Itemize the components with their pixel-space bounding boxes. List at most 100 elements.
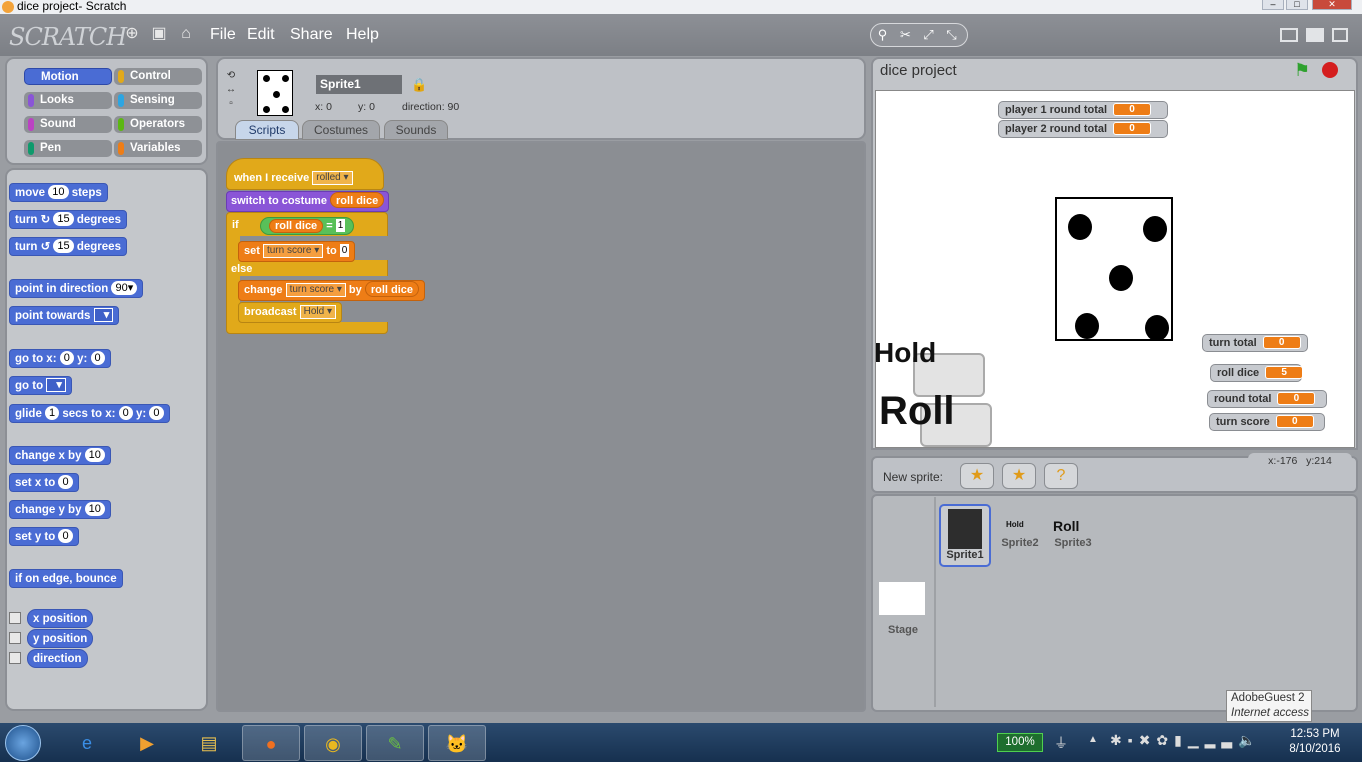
move-steps-block[interactable]: move 10 steps (9, 183, 108, 202)
switch-costume-block[interactable]: switch to costume roll dice (226, 191, 390, 212)
minimize-icon[interactable]: – (1262, 0, 1284, 10)
editor-app-icon[interactable]: ✎ (366, 725, 424, 761)
sprite-name-field[interactable]: Sprite1 (316, 75, 402, 94)
roll-dice-var[interactable]: roll dice (269, 219, 324, 233)
category-control[interactable]: Control (114, 68, 202, 85)
stage-canvas[interactable]: player 1 round total 0 player 2 round tot… (875, 90, 1355, 448)
sprite-tile-sprite2[interactable]: Hold Sprite2 (998, 520, 1042, 549)
start-button[interactable] (5, 725, 41, 761)
menu-share[interactable]: Share (290, 26, 333, 44)
y-position-checkbox[interactable] (9, 632, 21, 644)
green-flag-icon[interactable]: ⚑ (1294, 60, 1310, 81)
category-sensing[interactable]: Sensing (114, 92, 202, 109)
change-variable-dropdown[interactable]: turn score ▾ (285, 283, 346, 297)
category-motion[interactable]: Motion (24, 68, 112, 85)
maximize-icon[interactable]: □ (1286, 0, 1308, 10)
globe-icon[interactable]: ⊕ (123, 25, 141, 43)
delete-tool-icon[interactable]: ✂ (894, 24, 917, 46)
set-y-block[interactable]: set y to 0 (9, 527, 79, 546)
normal-stage-icon[interactable] (1306, 28, 1324, 42)
roll-dice-var-2[interactable]: roll dice (364, 281, 420, 297)
go-to-dropdown[interactable]: ▾ (46, 378, 66, 392)
direction-checkbox[interactable] (9, 652, 21, 664)
scratch-taskbar-icon[interactable]: 🐱 (428, 725, 486, 761)
point-in-direction-block[interactable]: point in direction 90▾ (9, 279, 144, 298)
network-tooltip: AdobeGuest 2 Internet access (1226, 690, 1312, 722)
x-position-reporter[interactable]: x position (27, 609, 94, 628)
change-variable-block[interactable]: change turn score ▾ by roll dice (238, 280, 426, 301)
set-x-block[interactable]: set x to 0 (9, 473, 79, 492)
dice-sprite[interactable] (1055, 197, 1173, 341)
category-operators[interactable]: Operators (114, 116, 202, 133)
small-stage-icon[interactable] (1280, 28, 1298, 42)
broadcast-block[interactable]: broadcast Hold ▾ (238, 302, 343, 323)
choose-sprite-icon[interactable]: ★ (1002, 463, 1036, 489)
category-pen[interactable]: Pen (24, 140, 112, 157)
sprite1-thumbnail (948, 509, 982, 549)
menu-file[interactable]: File (210, 26, 236, 44)
project-title: dice project (880, 62, 957, 79)
set-variable-dropdown[interactable]: turn score ▾ (262, 244, 324, 258)
menu-help[interactable]: Help (346, 26, 379, 44)
y-position-reporter[interactable]: y position (27, 629, 94, 648)
tab-sounds[interactable]: Sounds (384, 120, 448, 140)
rotate-style-icon[interactable]: ⟲ (224, 69, 238, 83)
paint-sprite-icon[interactable]: ★ (960, 463, 994, 489)
set-variable-block[interactable]: set turn score ▾ to 0 (238, 241, 356, 262)
firefox-icon[interactable]: ● (242, 725, 300, 761)
tray-icons[interactable]: ✱▪✖✿▮▁▂▃🔈 (1110, 732, 1262, 749)
sprite-tile-sprite3[interactable]: Roll Sprite3 (1050, 518, 1096, 549)
shrink-tool-icon[interactable]: ⤡ (940, 24, 963, 46)
equals-operator[interactable]: roll dice = 1 (260, 217, 355, 235)
when-i-receive-hat[interactable]: when I receive rolled ▾ (226, 158, 384, 190)
roll-dice-reporter[interactable]: roll dice (330, 192, 385, 208)
hold-sprite-text[interactable]: Hold (876, 337, 936, 369)
broadcast-dropdown[interactable]: Hold ▾ (299, 305, 337, 319)
battery-indicator[interactable]: 100% (997, 733, 1043, 752)
roll-sprite-text[interactable]: Roll (879, 389, 955, 434)
chrome-icon[interactable]: ◉ (304, 725, 362, 761)
share-icon[interactable]: ⌂ (177, 25, 195, 43)
category-variables[interactable]: Variables (114, 140, 202, 157)
lock-icon[interactable]: 🔒 (411, 77, 427, 93)
tab-scripts[interactable]: Scripts (235, 120, 299, 140)
clock[interactable]: 12:53 PM 8/10/2016 (1286, 727, 1344, 757)
menu-edit[interactable]: Edit (247, 26, 275, 44)
turn-right-block[interactable]: turn ↻ 15 degrees (9, 210, 127, 229)
bounce-block[interactable]: if on edge, bounce (9, 569, 123, 588)
glide-block[interactable]: glide 1 secs to x: 0 y: 0 (9, 404, 170, 423)
go-to-block[interactable]: go to ▾ (9, 376, 72, 395)
turn-left-block[interactable]: turn ↺ 15 degrees (9, 237, 127, 256)
duplicate-tool-icon[interactable]: ⚲ (871, 24, 894, 46)
change-x-block[interactable]: change x by 10 (9, 446, 111, 465)
monitor-round-total: round total 0 (1207, 390, 1327, 408)
go-to-xy-block[interactable]: go to x: 0 y: 0 (9, 349, 111, 368)
point-towards-dropdown[interactable]: ▾ (93, 308, 114, 322)
file-explorer-icon[interactable]: ▤ (180, 725, 238, 761)
save-icon[interactable]: ▣ (150, 25, 168, 43)
show-hidden-icons[interactable]: ▲ (1088, 734, 1098, 745)
internet-explorer-icon[interactable]: e (58, 725, 116, 761)
stage-tile[interactable]: Stage (879, 582, 927, 636)
sprite-x-readout: x: 0 (315, 101, 332, 113)
category-looks[interactable]: Looks (24, 92, 112, 109)
sprite-thumbnail (257, 70, 293, 116)
flip-style-icon[interactable]: ↔ (224, 83, 238, 97)
grow-tool-icon[interactable]: ⤢ (917, 24, 940, 46)
stop-sign-icon[interactable] (1322, 62, 1338, 78)
direction-reporter[interactable]: direction (27, 649, 88, 668)
media-player-icon[interactable]: ▶ (118, 725, 176, 761)
tab-costumes[interactable]: Costumes (302, 120, 380, 140)
point-towards-block[interactable]: point towards ▾ (9, 306, 120, 325)
category-sound[interactable]: Sound (24, 116, 112, 133)
sprite-tile-sprite1[interactable]: Sprite1 (939, 504, 991, 567)
close-icon[interactable]: ✕ (1312, 0, 1352, 10)
random-sprite-icon[interactable]: ? (1044, 463, 1078, 489)
power-plug-icon[interactable]: ⏚ (1054, 733, 1068, 753)
change-y-block[interactable]: change y by 10 (9, 500, 111, 519)
presentation-mode-icon[interactable] (1332, 28, 1348, 42)
monitor-roll-dice: roll dice 5 (1210, 364, 1304, 382)
message-dropdown[interactable]: rolled ▾ (312, 171, 353, 185)
x-position-checkbox[interactable] (9, 612, 21, 624)
no-rotate-style-icon[interactable]: ▫ (224, 97, 238, 111)
